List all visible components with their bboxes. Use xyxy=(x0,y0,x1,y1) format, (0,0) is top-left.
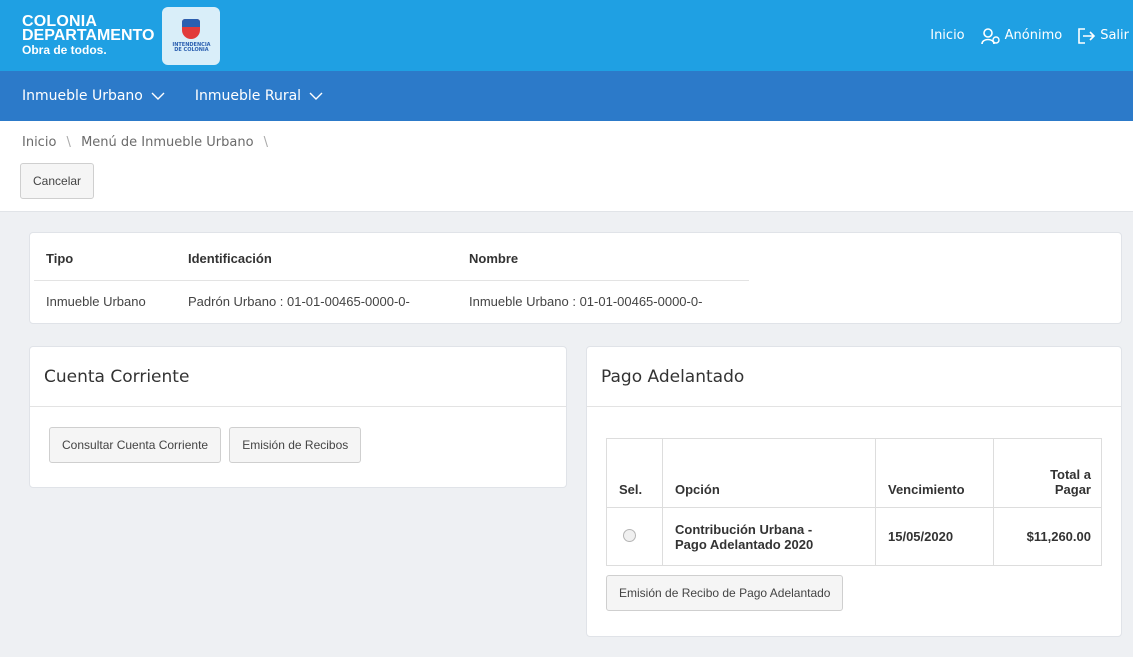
brand[interactable]: COLONIA DEPARTAMENTO Obra de todos. INTE… xyxy=(22,6,221,65)
cell-identificacion: Padrón Urbano : 01-01-00465-0000-0- xyxy=(188,294,410,309)
panel-title: Pago Adelantado xyxy=(587,347,1121,407)
breadcrumb-inicio[interactable]: Inicio xyxy=(22,135,56,150)
cancel-button[interactable]: Cancelar xyxy=(20,163,95,199)
property-info-table: Tipo Identificación Nombre Inmueble Urba… xyxy=(34,233,749,309)
cell-opcion: Contribución Urbana - Pago Adelantado 20… xyxy=(662,507,876,566)
col-tipo: Tipo xyxy=(34,233,176,281)
pago-actions: Emisión de Recibo de Pago Adelantado xyxy=(606,575,1102,611)
cuenta-corriente-panel: Cuenta Corriente Consultar Cuenta Corrie… xyxy=(29,346,567,488)
salir-label: Salir xyxy=(1100,28,1129,43)
cell-sel xyxy=(606,507,663,566)
salir-link[interactable]: Salir xyxy=(1078,27,1129,44)
user-icon xyxy=(980,27,1000,44)
user-name: Anónimo xyxy=(1004,28,1063,43)
main-nav: Inmueble Urbano Inmueble Rural xyxy=(0,71,1133,121)
brand-slogan: Obra de todos. xyxy=(22,42,107,57)
chevron-down-icon xyxy=(151,92,165,100)
pago-adelantado-panel: Pago Adelantado Sel. Opción Vencimiento … xyxy=(586,346,1122,637)
panel-title: Cuenta Corriente xyxy=(30,347,566,407)
cell-tipo: Inmueble Urbano xyxy=(46,294,146,309)
property-info-card: Tipo Identificación Nombre Inmueble Urba… xyxy=(29,232,1122,324)
col-total-line1: Total a xyxy=(1050,467,1091,482)
col-sel: Sel. xyxy=(606,438,663,508)
consultar-cuenta-button[interactable]: Consultar Cuenta Corriente xyxy=(49,427,222,463)
pago-adelantado-table: Sel. Opción Vencimiento Total a Pagar Co… xyxy=(606,438,1102,566)
table-row: Inmueble Urbano Padrón Urbano : 01-01-00… xyxy=(34,281,749,309)
panel-body: Consultar Cuenta Corriente Emisión de Re… xyxy=(30,407,566,483)
nav-item-label: Inmueble Rural xyxy=(194,88,302,104)
content-header: Inicio \ Menú de Inmueble Urbano \ Cance… xyxy=(0,121,1133,212)
main-area: Tipo Identificación Nombre Inmueble Urba… xyxy=(0,212,1133,637)
panels-row: Cuenta Corriente Consultar Cuenta Corrie… xyxy=(29,346,1122,637)
emision-pago-adelantado-button[interactable]: Emisión de Recibo de Pago Adelantado xyxy=(606,575,844,611)
cell-total: $11,260.00 xyxy=(993,507,1102,566)
nav-inmueble-rural[interactable]: Inmueble Rural xyxy=(195,88,323,104)
opcion-line2: Pago Adelantado 2020 xyxy=(675,536,814,552)
col-nombre: Nombre xyxy=(457,233,749,281)
top-header: COLONIA DEPARTAMENTO Obra de todos. INTE… xyxy=(0,0,1133,71)
col-opcion: Opción xyxy=(662,438,876,508)
nav-inmueble-urbano[interactable]: Inmueble Urbano xyxy=(22,88,165,104)
col-vencimiento: Vencimiento xyxy=(875,438,994,508)
select-radio[interactable] xyxy=(623,528,636,542)
cell-vencimiento: 15/05/2020 xyxy=(875,507,994,566)
breadcrumb-separator: \ xyxy=(263,135,269,150)
brand-text: COLONIA DEPARTAMENTO Obra de todos. xyxy=(22,13,155,57)
breadcrumb-separator: \ xyxy=(66,135,71,150)
intendencia-logo: INTENDENCIA DE COLONIA xyxy=(162,6,221,65)
top-links: Inicio Anónimo Salir xyxy=(914,0,1133,71)
inicio-link-label: Inicio xyxy=(930,28,965,43)
inicio-link[interactable]: Inicio xyxy=(930,28,964,43)
logo-text-2: DE COLONIA xyxy=(174,46,209,53)
brand-line2: DEPARTAMENTO xyxy=(22,26,155,44)
emision-recibos-button[interactable]: Emisión de Recibos xyxy=(229,427,362,463)
cell-nombre: Inmueble Urbano : 01-01-00465-0000-0- xyxy=(469,294,703,309)
shield-icon xyxy=(182,18,201,39)
user-link[interactable]: Anónimo xyxy=(980,27,1063,45)
panel-body: Sel. Opción Vencimiento Total a Pagar Co… xyxy=(587,407,1121,611)
nav-item-label: Inmueble Urbano xyxy=(22,88,143,104)
col-total-line2: Pagar xyxy=(1054,482,1091,497)
col-identificacion: Identificación xyxy=(176,233,457,281)
logout-icon xyxy=(1078,27,1096,44)
table-row: Contribución Urbana - Pago Adelantado 20… xyxy=(606,507,1102,566)
toolbar: Cancelar xyxy=(0,163,1133,212)
col-total: Total a Pagar xyxy=(993,438,1102,508)
breadcrumb-menu-urbano[interactable]: Menú de Inmueble Urbano xyxy=(81,135,253,150)
breadcrumb: Inicio \ Menú de Inmueble Urbano \ xyxy=(0,121,1133,163)
opcion-line1: Contribución Urbana - xyxy=(675,521,813,537)
chevron-down-icon xyxy=(309,92,323,100)
